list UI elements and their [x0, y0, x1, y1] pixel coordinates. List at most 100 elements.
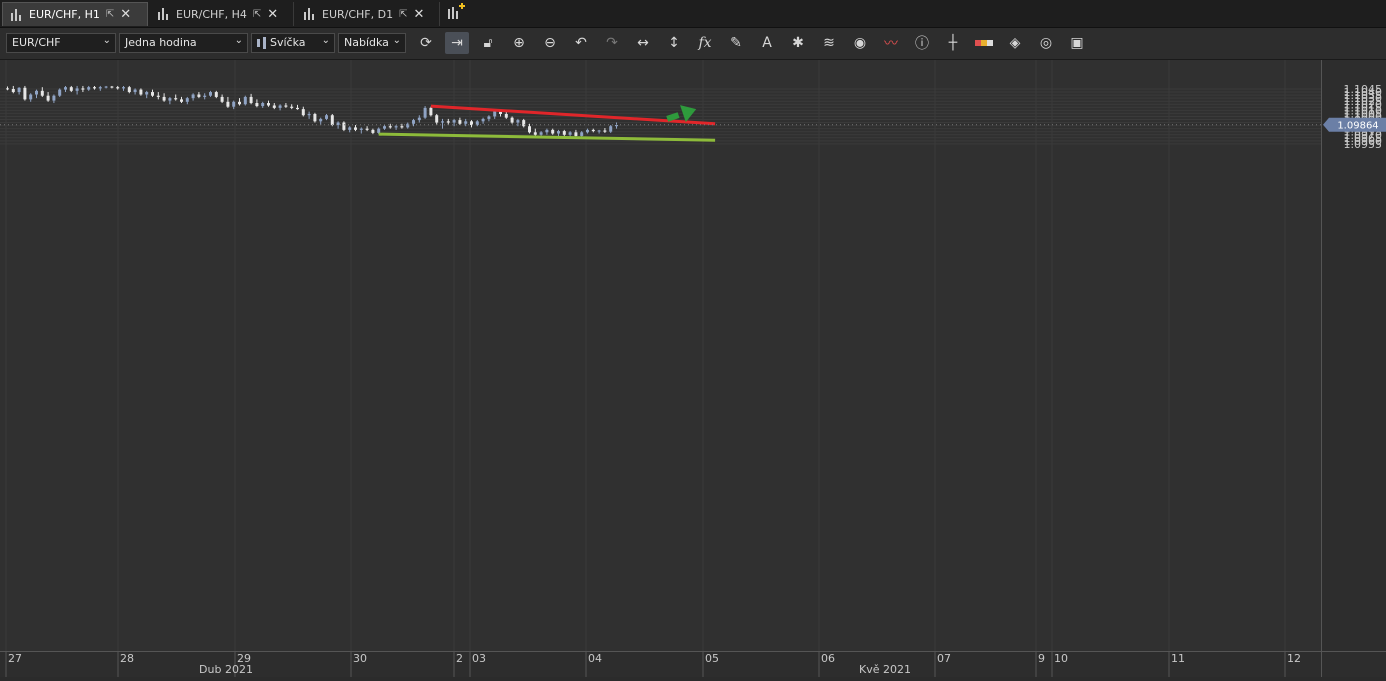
paint-bucket-icon[interactable]: ◈	[1003, 32, 1027, 54]
time-axis[interactable]: 27 28 29 30 2 03 04 05 06 07 9 10 11 12 Dub 2021 Kvě 20…	[0, 651, 1321, 677]
time-tick-label: 9	[1038, 652, 1045, 665]
eye-icon[interactable]: ◉	[848, 32, 872, 54]
price-axis[interactable]: 1.1045 1.1040 1.1035 1.1030 1.1025 1.1020 1.10…	[1321, 60, 1386, 651]
info-icon[interactable]: ⓘ	[910, 32, 934, 54]
instrument-value: EUR/CHF	[12, 36, 61, 49]
candle	[110, 85, 114, 89]
chart-signals-icon[interactable]: 〰	[879, 32, 903, 54]
tab-eurchf-d1[interactable]: EUR/CHF, D1 ⇱ ✕	[296, 2, 440, 26]
candle-body	[319, 118, 323, 122]
month-label: Kvě 2021	[859, 663, 911, 676]
candle-body	[122, 87, 125, 89]
candle	[545, 128, 549, 135]
candle-body	[272, 105, 276, 108]
text-tool-icon[interactable]: A	[755, 32, 779, 54]
instrument-select[interactable]: EUR/CHF ⌄	[6, 33, 116, 53]
candle	[104, 85, 108, 89]
undo-icon[interactable]: ↶	[569, 32, 593, 54]
candle-body	[75, 88, 79, 91]
candle	[388, 123, 392, 129]
candle-body	[232, 101, 236, 107]
chevron-down-icon: ⌄	[321, 35, 330, 46]
chart-plot-area[interactable]	[0, 60, 1321, 651]
candle-body	[214, 92, 218, 97]
chevron-down-icon: ⌄	[234, 35, 243, 46]
candle	[197, 92, 201, 99]
candle-body	[58, 89, 62, 96]
tab-eurchf-h1[interactable]: EUR/CHF, H1 ⇱ ✕	[2, 2, 148, 26]
candle-body	[35, 90, 38, 95]
detach-icon[interactable]: ⇱	[253, 9, 261, 20]
candle-body	[290, 106, 294, 108]
candle-body	[446, 121, 450, 123]
tab-eurchf-h4[interactable]: EUR/CHF, H4 ⇱ ✕	[150, 2, 294, 26]
zoom-in-icon[interactable]: ⊕	[507, 32, 531, 54]
candle-body	[412, 120, 415, 124]
refresh-icon[interactable]: ⟳	[414, 32, 438, 54]
theme-icon[interactable]	[972, 32, 996, 54]
fx-indicators-icon[interactable]: fx	[693, 32, 717, 54]
candle-body	[504, 114, 508, 118]
candle-body	[429, 107, 433, 116]
candle	[46, 92, 50, 102]
candle-body	[209, 92, 212, 96]
time-tick-label: 12	[1287, 652, 1301, 665]
candle-body	[284, 105, 288, 107]
time-tick-label: 27	[8, 652, 22, 665]
circular-icon[interactable]: ◎	[1034, 32, 1058, 54]
chevron-down-icon: ⌄	[102, 35, 111, 46]
candle-body	[597, 130, 601, 132]
candle-body	[11, 89, 15, 93]
zoom-out-icon[interactable]: ⊖	[538, 32, 562, 54]
shift-chart-icon[interactable]: ⇥	[445, 32, 469, 54]
candle-body	[203, 95, 207, 97]
save-icon[interactable]: ▣	[1065, 32, 1089, 54]
layers-icon[interactable]: ≋	[817, 32, 841, 54]
candle	[406, 122, 410, 129]
offer-side-value: Nabídka	[344, 36, 389, 49]
detach-icon[interactable]: ⇱	[106, 9, 114, 20]
candle-body	[249, 96, 253, 104]
offer-side-select[interactable]: Nabídka ⌄	[338, 33, 406, 53]
time-tick-label: 03	[472, 652, 486, 665]
candle-body	[301, 109, 305, 116]
candle-body	[313, 114, 317, 122]
candle-body	[458, 120, 462, 124]
tab-bar: EUR/CHF, H1 ⇱ ✕ EUR/CHF, H4 ⇱ ✕ EUR/CHF,…	[0, 0, 1386, 28]
crosshair-icon[interactable]: ┼	[941, 32, 965, 54]
time-tick-label: 07	[937, 652, 951, 665]
candle	[458, 117, 462, 125]
candle-body	[145, 92, 149, 95]
close-icon[interactable]: ✕	[413, 8, 424, 21]
horizontal-arrows-icon[interactable]: ↔	[631, 32, 655, 54]
chart-type-value: Svíčka	[270, 36, 306, 49]
close-icon[interactable]: ✕	[120, 8, 131, 21]
candle	[493, 110, 497, 119]
candle	[98, 85, 102, 91]
candle	[278, 104, 282, 111]
candle	[522, 118, 526, 128]
unlock-icon[interactable]: 🔓︎	[476, 32, 500, 54]
close-icon[interactable]: ✕	[267, 8, 278, 21]
pencil-draw-icon[interactable]: ✎	[724, 32, 748, 54]
candle	[64, 85, 67, 93]
detach-icon[interactable]: ⇱	[399, 9, 407, 20]
pattern-icon[interactable]: ✱	[786, 32, 810, 54]
candle-body	[522, 120, 526, 127]
candle-body	[493, 111, 497, 117]
period-select[interactable]: Jedna hodina ⌄	[119, 33, 248, 53]
candle-body	[17, 87, 21, 93]
candle-body	[6, 88, 9, 90]
candle	[243, 95, 247, 106]
chart-toolbar: EUR/CHF ⌄ Jedna hodina ⌄ Svíčka ⌄ Nabídka ⌄ …	[0, 28, 1386, 60]
time-tick-label: 2	[456, 652, 463, 665]
candle	[290, 104, 294, 110]
candle	[81, 85, 85, 93]
add-chart-icon[interactable]	[444, 3, 466, 23]
time-tick-label: 04	[588, 652, 602, 665]
candlestick-chart[interactable]	[0, 60, 1321, 651]
vertical-arrows-icon[interactable]: ↕	[662, 32, 686, 54]
chart-type-select[interactable]: Svíčka ⌄	[251, 33, 335, 53]
redo-icon[interactable]: ↷	[600, 32, 624, 54]
candlestick-icon	[302, 7, 316, 21]
